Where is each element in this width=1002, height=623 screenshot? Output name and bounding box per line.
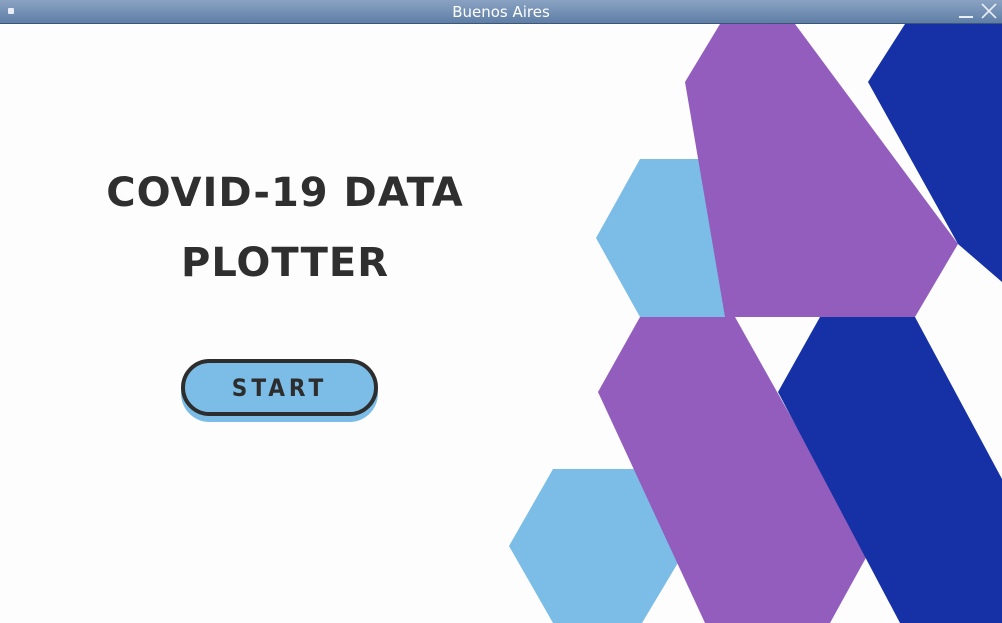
close-icon[interactable] [980, 2, 998, 20]
window-titlebar: Buenos Aires [0, 0, 1002, 24]
start-button[interactable]: START [181, 359, 378, 416]
start-button-label: START [231, 373, 328, 402]
background-art [509, 24, 1002, 623]
main-content: COVID-19 DATA PLOTTER START [0, 24, 1002, 623]
app-title-line2: PLOTTER [181, 240, 389, 286]
window-title: Buenos Aires [452, 3, 550, 21]
app-title-line1: COVID-19 DATA [106, 170, 464, 216]
minimize-icon[interactable] [959, 16, 973, 18]
